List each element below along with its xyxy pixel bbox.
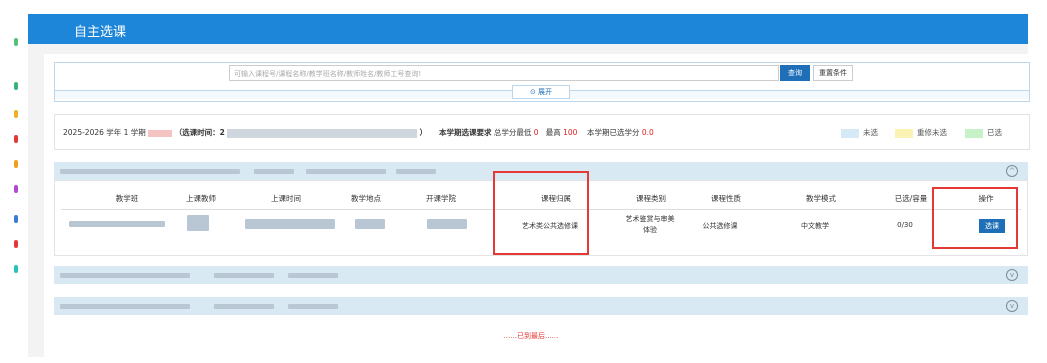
redacted-block — [214, 273, 274, 278]
strip-dot — [14, 82, 18, 90]
query-button[interactable]: 查询 — [780, 65, 810, 81]
highlight-box-action — [932, 187, 1018, 249]
th-category: 课程类别 — [636, 194, 666, 203]
legend-retake: 重修未选 — [895, 127, 947, 138]
redacted-block — [214, 304, 274, 309]
legend-label: 已选 — [987, 128, 1002, 137]
redacted-block — [288, 304, 338, 309]
td-capacity: 0/30 — [897, 221, 913, 229]
th-college: 开课学院 — [426, 194, 456, 203]
th-location: 教学地点 — [351, 194, 381, 203]
redacted-block — [245, 219, 335, 229]
selected-credit-text: 本学期已选学分 — [587, 128, 640, 137]
redacted-block — [60, 169, 240, 174]
redacted-block — [427, 219, 467, 229]
expand-icon[interactable]: v — [1006, 269, 1018, 281]
td-category-line1: 艺术鉴赏与审美 — [625, 215, 675, 223]
max-credit-text: 最高 — [545, 128, 561, 137]
redacted-block — [187, 215, 209, 231]
term-text: 2025-2026 学年 1 学期 — [63, 128, 146, 137]
th-mode: 教学模式 — [806, 194, 836, 203]
redacted-block — [69, 221, 165, 227]
td-nature: 公共选修课 — [702, 222, 738, 230]
selected-credit-value: 0.0 — [641, 128, 654, 137]
min-credit-value: 0 — [533, 128, 539, 137]
strip-dot — [14, 265, 18, 273]
list-end-text: ......已到最后...... — [503, 332, 559, 340]
strip-dot — [14, 38, 18, 46]
header-bar: 自主选课 — [28, 14, 1028, 44]
main-content: 可输入课程号/课程名称/教学班名称/教师姓名/教师工号查询! 查询 重置条件 ⊙… — [44, 54, 1030, 357]
strip-dot — [14, 215, 18, 223]
page-title: 自主选课 — [74, 25, 127, 40]
app-frame: 自主选课 可输入课程号/课程名称/教学班名称/教师姓名/教师工号查询! 查询 重… — [28, 14, 1030, 357]
legend-swatch — [965, 128, 983, 138]
min-credit-text: 总学分最低 — [493, 128, 532, 137]
redacted-block — [227, 128, 418, 138]
expand-label: 展开 — [538, 88, 553, 96]
redacted-block — [355, 219, 385, 229]
strip-dot — [14, 135, 18, 143]
redacted-block — [288, 273, 338, 278]
strip-dot — [14, 110, 18, 118]
redacted-block — [148, 129, 173, 137]
requirement-label: 本学期选课要求 — [439, 128, 492, 137]
search-panel: 可输入课程号/课程名称/教学班名称/教师姓名/教师工号查询! 查询 重置条件 ⊙… — [54, 62, 1030, 102]
chevron-down-icon: ⊙ — [529, 88, 536, 96]
legend-swatch — [841, 128, 859, 138]
th-teacher: 上课教师 — [186, 194, 216, 203]
td-mode: 中文教学 — [801, 222, 829, 230]
th-class: 教学班 — [115, 194, 139, 203]
th-nature: 课程性质 — [711, 194, 741, 203]
expand-icon[interactable]: v — [1006, 300, 1018, 312]
strip-dot — [14, 160, 18, 168]
legend-label: 未选 — [863, 128, 878, 137]
term-info-panel: 2025-2026 学年 1 学期 （选课时间：2 ） 本学期选课要求 总学分最… — [54, 114, 1030, 150]
course-table: 教学班 上课教师 上课时间 教学地点 开课学院 课程归属 课程类别 课程性质 教… — [54, 171, 1028, 256]
redacted-block — [60, 304, 190, 309]
legend-unselected: 未选 — [841, 127, 878, 138]
highlight-box-attribution — [493, 171, 589, 255]
reset-button[interactable]: 重置条件 — [813, 65, 853, 81]
legend-selected: 已选 — [965, 127, 1002, 138]
search-input[interactable]: 可输入课程号/课程名称/教学班名称/教师姓名/教师工号查询! — [229, 65, 779, 81]
max-credit-value: 100 — [563, 128, 578, 137]
expand-button[interactable]: ⊙ 展开 — [512, 85, 570, 99]
strip-dot — [14, 185, 18, 193]
select-time-close: ） — [419, 128, 428, 137]
redacted-block — [60, 273, 190, 278]
course-group-header[interactable]: v — [54, 266, 1028, 284]
term-info-line: 2025-2026 学年 1 学期 （选课时间：2 ） 本学期选课要求 总学分最… — [63, 127, 654, 138]
collapse-icon[interactable]: ^ — [1006, 165, 1018, 177]
legend-label: 重修未选 — [917, 128, 947, 137]
course-group-header[interactable]: v — [54, 297, 1028, 315]
td-category-line2: 体验 — [643, 226, 657, 234]
strip-dot — [14, 240, 18, 248]
select-time-label: （选课时间：2 — [174, 128, 225, 137]
left-toolbar-strip — [0, 0, 28, 363]
redacted-block — [396, 169, 436, 174]
redacted-block — [254, 169, 294, 174]
th-time: 上课时间 — [271, 194, 301, 203]
legend-swatch — [895, 128, 913, 138]
redacted-block — [306, 169, 386, 174]
